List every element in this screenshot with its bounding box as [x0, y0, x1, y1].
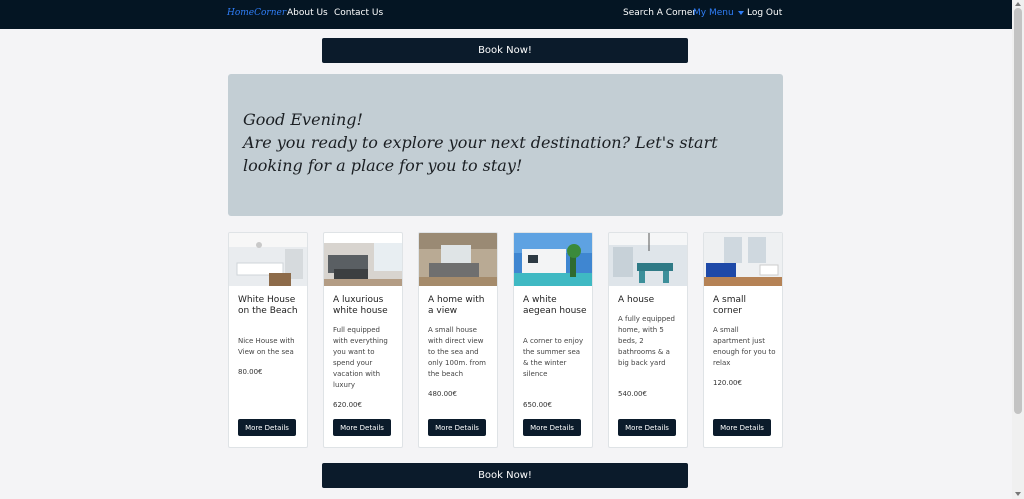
my-menu-label: My Menu — [693, 8, 734, 18]
scroll-up-arrow-icon[interactable] — [1015, 2, 1021, 6]
listing-price: 650.00€ — [523, 401, 552, 409]
more-details-button[interactable]: More Details — [238, 419, 296, 436]
listing-title: A small corner — [713, 295, 746, 316]
listing-cards: White House on the Beach Nice House with… — [228, 232, 783, 448]
listing-title: A home with a view — [428, 295, 485, 316]
listing-title: White House on the Beach — [238, 295, 298, 316]
listing-title: A luxurious white house — [333, 295, 388, 316]
scroll-down-arrow-icon[interactable] — [1015, 492, 1021, 496]
listing-price: 480.00€ — [428, 390, 457, 398]
nav-search-corner[interactable]: Search A Corner — [623, 8, 696, 18]
listing-description: A fully equipped home, with 5 beds, 2 ba… — [618, 315, 675, 367]
navbar: HomeCorner About Us Contact Us Search A … — [0, 0, 1012, 29]
listing-card: A luxurious white house Full equipped wi… — [323, 232, 403, 448]
scrollbar-thumb[interactable] — [1014, 8, 1022, 414]
greeting-banner: Good Evening! Are you ready to explore y… — [228, 74, 783, 216]
listing-price: 80.00€ — [238, 368, 263, 376]
nav-contact-us[interactable]: Contact Us — [334, 8, 383, 18]
listing-description: A corner to enjoy the summer sea & the w… — [523, 337, 584, 378]
brand-logo[interactable]: HomeCorner — [227, 8, 286, 18]
listing-price: 120.00€ — [713, 379, 742, 387]
scrollbar[interactable] — [1012, 0, 1024, 499]
listing-title: A white aegean house — [523, 295, 587, 316]
listing-photo — [704, 233, 782, 286]
listing-description: A small house with direct view to the se… — [428, 326, 486, 378]
listing-photo — [419, 233, 497, 286]
book-now-button-bottom[interactable]: Book Now! — [322, 463, 688, 488]
more-details-button[interactable]: More Details — [713, 419, 771, 436]
listing-photo — [229, 233, 307, 286]
listing-card: A home with a view A small house with di… — [418, 232, 498, 448]
listing-card: A small corner A small apartment just en… — [703, 232, 783, 448]
listing-title: A house — [618, 295, 655, 305]
listing-card: White House on the Beach Nice House with… — [228, 232, 308, 448]
chevron-down-icon — [737, 10, 744, 15]
nav-my-menu[interactable]: My Menu — [693, 8, 744, 18]
more-details-button[interactable]: More Details — [333, 419, 391, 436]
nav-about-us[interactable]: About Us — [287, 8, 328, 18]
listing-description: A small apartment just enough for you to… — [713, 326, 776, 367]
more-details-button[interactable]: More Details — [618, 419, 676, 436]
listing-description: Nice House with View on the sea — [238, 337, 295, 356]
greeting-line-1: Good Evening! — [243, 110, 363, 129]
listing-photo — [514, 233, 592, 286]
more-details-button[interactable]: More Details — [523, 419, 581, 436]
listing-price: 540.00€ — [618, 390, 647, 398]
listing-photo — [324, 233, 402, 286]
greeting-line-2: Are you ready to explore your next desti… — [243, 133, 718, 175]
listing-price: 620.00€ — [333, 401, 362, 409]
listing-card: A white aegean house A corner to enjoy t… — [513, 232, 593, 448]
listing-photo — [609, 233, 687, 286]
nav-log-out[interactable]: Log Out — [747, 8, 782, 18]
listing-description: Full equipped with everything you want t… — [333, 326, 388, 389]
more-details-button[interactable]: More Details — [428, 419, 486, 436]
greeting-text: Good Evening! Are you ready to explore y… — [243, 108, 753, 177]
listing-card: A house A fully equipped home, with 5 be… — [608, 232, 688, 448]
book-now-button-top[interactable]: Book Now! — [322, 38, 688, 63]
